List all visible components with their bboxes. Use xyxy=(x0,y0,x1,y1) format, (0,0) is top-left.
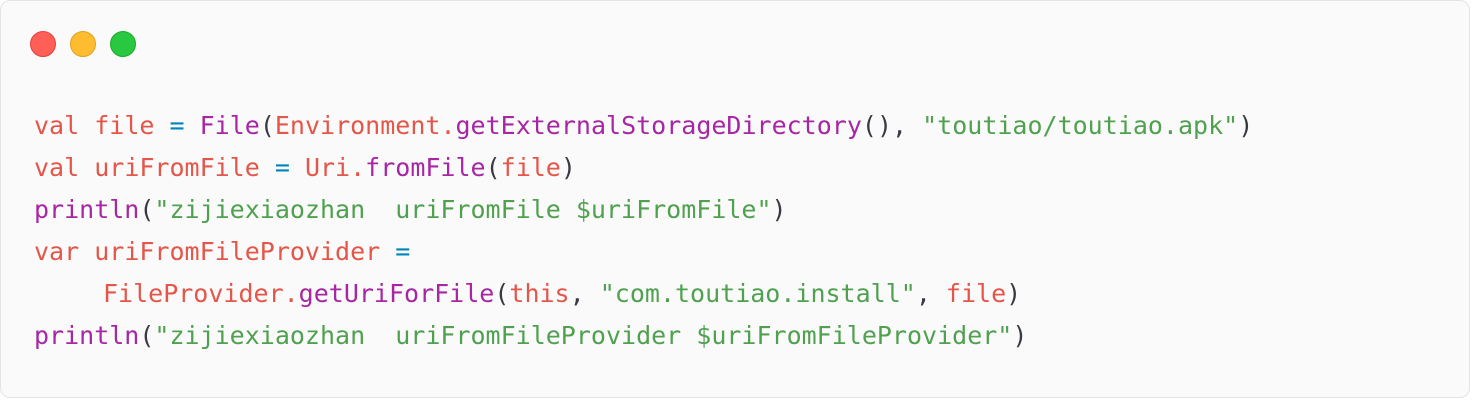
code-token-string: "toutiao/toutiao.apk" xyxy=(922,111,1239,140)
code-token-identifier: Uri. xyxy=(304,153,366,182)
code-token-string: "zijiexiaozhan uriFromFile $uriFromFile" xyxy=(154,195,772,224)
code-token-string: "zijiexiaozhan uriFromFileProvider $uriF… xyxy=(154,321,1013,350)
code-token-operator: = xyxy=(154,111,200,140)
code-token-function: getUriForFile xyxy=(298,279,495,308)
code-token-identifier: file xyxy=(945,279,1007,308)
code-line: var uriFromFileProvider = xyxy=(34,231,1253,273)
code-token-punctuation: ( xyxy=(259,111,275,140)
window-controls xyxy=(30,31,136,57)
code-token-operator: = xyxy=(380,237,411,266)
code-line: val file = File(Environment.getExternalS… xyxy=(34,105,1253,147)
code-token-identifier: file xyxy=(94,111,155,140)
code-token-punctuation: ) xyxy=(1006,279,1022,308)
code-token-punctuation: , xyxy=(569,279,600,308)
code-token-punctuation: (), xyxy=(861,111,923,140)
code-token-punctuation: ) xyxy=(1238,111,1254,140)
code-token-punctuation: ( xyxy=(494,279,510,308)
code-line: println("zijiexiaozhan uriFromFile $uriF… xyxy=(34,189,1253,231)
code-token-operator: = xyxy=(259,153,305,182)
code-token-identifier: Environment. xyxy=(274,111,456,140)
code-block: val file = File(Environment.getExternalS… xyxy=(34,105,1253,357)
code-token-function: println xyxy=(34,321,140,350)
code-token-identifier: uriFromFile xyxy=(94,153,260,182)
code-line: FileProvider.getUriForFile(this, "com.to… xyxy=(34,273,1253,315)
code-line: println("zijiexiaozhan uriFromFileProvid… xyxy=(34,315,1253,357)
code-token-identifier: uriFromFileProvider xyxy=(94,237,381,266)
code-token-identifier: FileProvider. xyxy=(103,279,299,308)
minimize-button[interactable] xyxy=(70,31,96,57)
code-token-punctuation: ( xyxy=(139,195,155,224)
code-token-keyword: val xyxy=(34,153,95,182)
code-token-punctuation: ( xyxy=(139,321,155,350)
code-token-punctuation: ) xyxy=(771,195,787,224)
code-token-function: fromFile xyxy=(365,153,486,182)
close-button[interactable] xyxy=(30,31,56,57)
code-line: val uriFromFile = Uri.fromFile(file) xyxy=(34,147,1253,189)
code-token-punctuation: ) xyxy=(560,153,576,182)
code-token-keyword: this xyxy=(509,279,570,308)
code-token-punctuation: ) xyxy=(1012,321,1028,350)
code-token-identifier: file xyxy=(500,153,561,182)
code-token-function: println xyxy=(34,195,140,224)
code-token-function: File xyxy=(199,111,260,140)
code-token-string: "com.toutiao.install" xyxy=(599,279,916,308)
maximize-button[interactable] xyxy=(110,31,136,57)
code-token-punctuation: , xyxy=(915,279,946,308)
code-window: val file = File(Environment.getExternalS… xyxy=(0,0,1470,398)
code-token-keyword: var xyxy=(34,237,95,266)
code-token-function: getExternalStorageDirectory xyxy=(455,111,862,140)
code-token-punctuation: ( xyxy=(485,153,501,182)
code-token-keyword: val xyxy=(34,111,95,140)
